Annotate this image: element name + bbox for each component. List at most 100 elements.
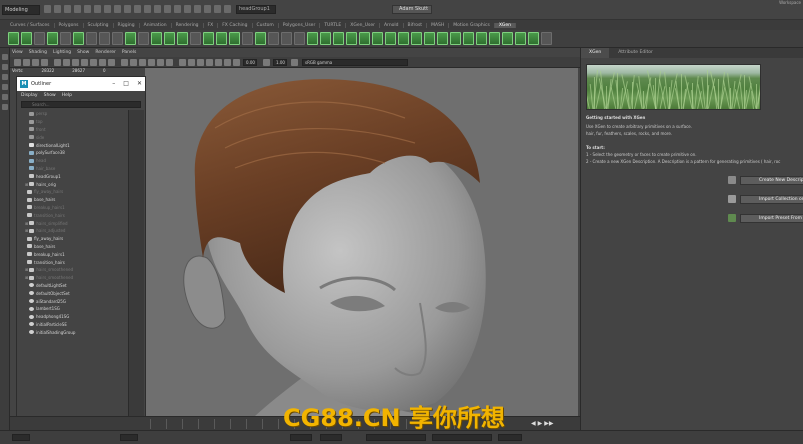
outliner-item[interactable]: ⊞ hairs_simplified	[19, 219, 129, 227]
xgen-shelf-tool-icon[interactable]	[294, 32, 305, 45]
shelf-tab-bifrost[interactable]: Bifrost	[404, 22, 428, 28]
quick-select-field[interactable]: headGroup1	[236, 5, 276, 14]
outliner-item[interactable]: defaultObjectSet	[19, 289, 129, 297]
outliner-item[interactable]: aiStandard25G	[19, 297, 129, 305]
outliner-item[interactable]: polySurface38	[19, 149, 129, 157]
grid-icon[interactable]	[54, 59, 61, 66]
import-collection-button[interactable]: Import Collection or Desc	[740, 195, 803, 204]
play-icon[interactable]: ▶	[538, 420, 543, 427]
maximize-icon[interactable]: □	[123, 80, 129, 87]
camera-icon[interactable]	[214, 5, 221, 13]
xgen-shelf-tool-icon[interactable]	[151, 32, 162, 45]
shelf-tab-fx-caching[interactable]: FX Caching	[218, 22, 253, 28]
outliner-item[interactable]: ⊞ hairs_adjusted	[19, 227, 129, 235]
xgen-shelf-tool-icon[interactable]	[502, 32, 513, 45]
end-frame-field[interactable]	[320, 434, 342, 441]
viewport-menu-renderer[interactable]: Renderer	[95, 50, 116, 55]
xgen-shelf-tool-icon[interactable]	[528, 32, 539, 45]
outliner-item[interactable]: front	[19, 126, 129, 134]
outliner-item[interactable]: headGroup1	[19, 172, 129, 180]
motion-blur-icon[interactable]	[188, 59, 195, 66]
outliner-item[interactable]: lambert1SG	[19, 305, 129, 313]
outliner-item[interactable]: fly_away_hairs	[19, 188, 129, 196]
outliner-menu-display[interactable]: Display	[21, 93, 38, 98]
anti-alias-icon[interactable]	[197, 59, 204, 66]
outliner-item[interactable]: hair_base	[19, 165, 129, 173]
image-plane-icon[interactable]	[41, 59, 48, 66]
anim-layer-field[interactable]	[432, 434, 492, 441]
workspace-label[interactable]: Workspace	[779, 0, 801, 5]
safe-action-icon[interactable]	[99, 59, 106, 66]
snap-point-icon[interactable]	[144, 5, 151, 13]
xgen-shelf-tool-icon[interactable]	[359, 32, 370, 45]
wireframe-icon[interactable]	[121, 59, 128, 66]
outliner-item[interactable]: ⊞ hairs_smoothened	[19, 266, 129, 274]
exposure-field[interactable]: 0.00	[243, 59, 257, 66]
xgen-shelf-tool-icon[interactable]	[164, 32, 175, 45]
xgen-shelf-tool-icon[interactable]	[489, 32, 500, 45]
outliner-item[interactable]: ⊞ hairs_smoothened	[19, 274, 129, 282]
viewport-menu-view[interactable]: View	[12, 50, 23, 55]
xgen-shelf-tool-icon[interactable]	[242, 32, 253, 45]
rotate-tool-icon[interactable]	[2, 94, 8, 100]
gate-mask-icon[interactable]	[81, 59, 88, 66]
shelf-tab-sculpting[interactable]: Sculpting	[84, 22, 114, 28]
xgen-shelf-tool-icon[interactable]	[541, 32, 552, 45]
step-forward-icon[interactable]: ▶▶	[544, 420, 553, 427]
snap-curve-icon[interactable]	[134, 5, 141, 13]
outliner-item[interactable]: fly_away_hairs	[19, 235, 129, 243]
menu-set-select[interactable]: Modeling	[2, 5, 40, 15]
outliner-menu-help[interactable]: Help	[62, 93, 72, 98]
ambient-occlusion-icon[interactable]	[179, 59, 186, 66]
isolate-select-icon[interactable]	[206, 59, 213, 66]
shelf-tab-mash[interactable]: MASH	[427, 22, 450, 28]
viewport-menu-lighting[interactable]: Lighting	[53, 50, 71, 55]
xgen-shelf-tool-icon[interactable]	[112, 32, 123, 45]
xgen-shelf-tool-icon[interactable]	[437, 32, 448, 45]
select-object-icon[interactable]	[104, 5, 111, 13]
xgen-shelf-tool-icon[interactable]	[463, 32, 474, 45]
history-icon[interactable]	[164, 5, 171, 13]
3d-viewport[interactable]	[145, 68, 578, 416]
xgen-shelf-tool-icon[interactable]	[177, 32, 188, 45]
shelf-tab-turtle[interactable]: TURTLE	[320, 22, 347, 28]
range-start-field[interactable]	[120, 434, 138, 441]
outliner-item[interactable]: headphong41SG	[19, 313, 129, 321]
xgen-shelf-tool-icon[interactable]	[411, 32, 422, 45]
shelf-tab-custom[interactable]: Custom	[253, 22, 279, 28]
outliner-item[interactable]: directionalLight1	[19, 141, 129, 149]
save-scene-icon[interactable]	[64, 5, 71, 13]
paint-select-icon[interactable]	[2, 74, 8, 80]
snap-surface-icon[interactable]	[154, 5, 161, 13]
tab-attribute-editor[interactable]: Attribute Editor	[610, 48, 661, 58]
xgen-shelf-tool-icon[interactable]	[99, 32, 110, 45]
outliner-titlebar[interactable]: M Outliner – □ ✕	[17, 77, 145, 91]
xgen-shelf-tool-icon[interactable]	[73, 32, 84, 45]
xgen-shelf-tool-icon[interactable]	[34, 32, 45, 45]
shelf-tab-polygons-user[interactable]: Polygons_User	[279, 22, 321, 28]
shelf-tab-xgen[interactable]: XGen	[494, 22, 517, 28]
outliner-item[interactable]: initialParticleSE	[19, 321, 129, 329]
scale-tool-icon[interactable]	[2, 104, 8, 110]
xgen-shelf-tool-icon[interactable]	[8, 32, 19, 45]
xgen-shelf-tool-icon[interactable]	[424, 32, 435, 45]
start-frame-field[interactable]	[12, 434, 30, 441]
outliner-item[interactable]: breakup_hairs1	[19, 204, 129, 212]
expand-icon[interactable]: ⊞	[25, 221, 28, 226]
new-scene-icon[interactable]	[44, 5, 51, 13]
outliner-item[interactable]: top	[19, 118, 129, 126]
xgen-shelf-tool-icon[interactable]	[450, 32, 461, 45]
bookmark-icon[interactable]	[32, 59, 39, 66]
import-preset-button[interactable]: Import Preset From Lib	[740, 214, 803, 223]
tab-xgen[interactable]: XGen	[581, 48, 610, 58]
redo-icon[interactable]	[84, 5, 91, 13]
film-gate-icon[interactable]	[63, 59, 70, 66]
xgen-shelf-tool-icon[interactable]	[281, 32, 292, 45]
xgen-shelf-tool-icon[interactable]	[333, 32, 344, 45]
camera-select-icon[interactable]	[14, 59, 21, 66]
view-transform-select[interactable]: sRGB gamma	[302, 59, 408, 66]
open-scene-icon[interactable]	[54, 5, 61, 13]
outliner-item[interactable]: transition_hairs	[19, 258, 129, 266]
arnold-icon[interactable]	[224, 5, 231, 13]
xgen-shelf-tool-icon[interactable]	[346, 32, 357, 45]
